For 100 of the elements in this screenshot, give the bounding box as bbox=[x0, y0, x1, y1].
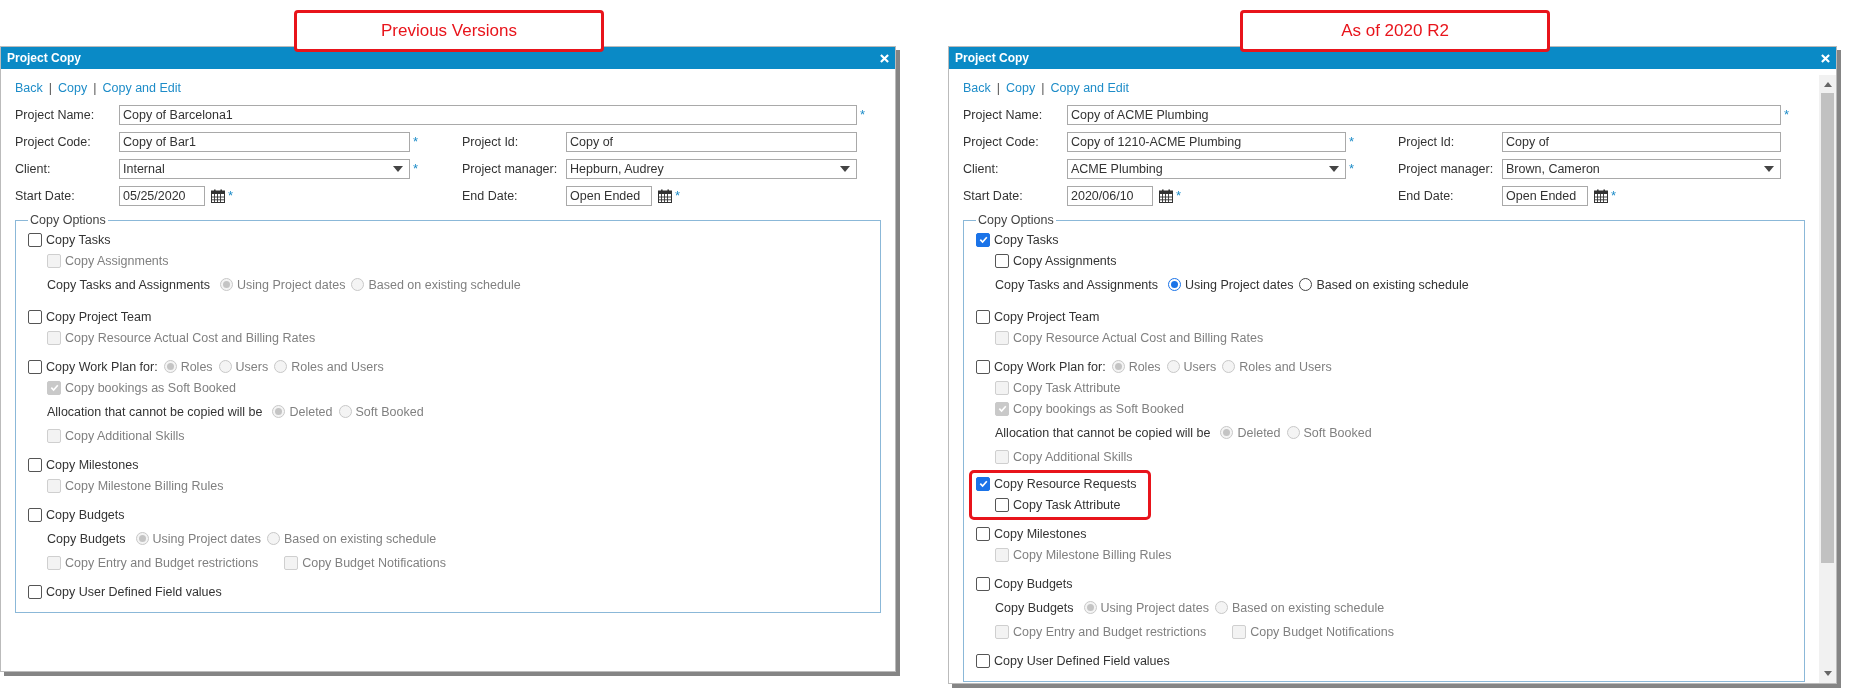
link[interactable]: Copy and Edit bbox=[102, 81, 181, 95]
separator: | bbox=[48, 81, 53, 95]
checkbox-label: Copy Additional Skills bbox=[1013, 449, 1133, 464]
checkbox-label: Copy User Defined Field values bbox=[46, 584, 222, 599]
checkbox[interactable] bbox=[976, 476, 990, 491]
dropdown[interactable]: Internal bbox=[119, 158, 410, 179]
radio-label: Using Project dates bbox=[1185, 277, 1294, 292]
checkbox-label: Copy Milestones bbox=[994, 526, 1087, 541]
scrollbar[interactable] bbox=[1819, 75, 1836, 683]
radio-label: Roles bbox=[1128, 359, 1161, 374]
separator: | bbox=[93, 81, 97, 95]
radio-label: Roles bbox=[180, 359, 213, 374]
checkbox-label: Copy Task Attribute bbox=[1013, 497, 1121, 512]
link[interactable]: Copy and Edit bbox=[1050, 81, 1129, 95]
radio-label: Based on existing schedule bbox=[1231, 600, 1385, 615]
calendar-icon[interactable] bbox=[658, 188, 672, 203]
checkbox-label: Copy Task Attribute bbox=[1013, 380, 1121, 395]
radio-group-label: Allocation that cannot be copied will be bbox=[47, 404, 263, 419]
checkbox[interactable] bbox=[995, 253, 1009, 268]
group-title: Copy Options bbox=[977, 213, 1055, 227]
field-label: Client: bbox=[15, 161, 52, 176]
text-field[interactable]: Copy of Bar1 bbox=[119, 131, 410, 152]
text-field[interactable]: Copy of Barcelona1 bbox=[119, 104, 857, 125]
required-mark: * bbox=[675, 188, 681, 203]
checkbox-label: Copy Tasks bbox=[994, 232, 1059, 247]
radio-group-label: Copy Budgets bbox=[47, 531, 126, 546]
checkbox-label: Copy Entry and Budget restrictions bbox=[1013, 624, 1207, 639]
radio-button[interactable] bbox=[1299, 278, 1313, 291]
checkbox-label: Copy Work Plan for: bbox=[46, 359, 158, 374]
separator: | bbox=[996, 81, 1001, 95]
scroll-thumb[interactable] bbox=[1821, 93, 1834, 563]
required-mark: * bbox=[1348, 134, 1356, 149]
checkbox[interactable] bbox=[28, 507, 42, 522]
calendar-icon[interactable] bbox=[211, 188, 225, 203]
caret-icon bbox=[1764, 165, 1774, 172]
scroll-up-icon[interactable] bbox=[1823, 82, 1832, 87]
checkbox-label: Copy Milestone Billing Rules bbox=[65, 478, 224, 493]
required-mark: * bbox=[1783, 107, 1791, 122]
link[interactable]: Copy bbox=[1006, 81, 1036, 95]
text-field[interactable]: Copy of bbox=[1502, 131, 1781, 152]
checkbox[interactable] bbox=[976, 359, 990, 374]
caret-icon bbox=[840, 165, 850, 172]
required-mark: * bbox=[228, 188, 234, 203]
checkbox[interactable] bbox=[976, 576, 990, 591]
checkbox[interactable] bbox=[28, 457, 42, 472]
field-label: Project Code: bbox=[15, 134, 92, 149]
checkbox-label: Copy Budgets bbox=[46, 507, 125, 522]
text-field[interactable]: Copy of 1210-ACME Plumbing bbox=[1067, 131, 1346, 152]
checkbox-label: Copy Resource Actual Cost and Billing Rates bbox=[65, 330, 316, 345]
close-icon[interactable] bbox=[880, 53, 889, 63]
radio-label: Using Project dates bbox=[1100, 600, 1209, 615]
date-field[interactable]: Open Ended bbox=[566, 185, 652, 206]
dropdown[interactable]: Brown, Cameron bbox=[1502, 158, 1781, 179]
radio-group-label: Copy Tasks and Assignments bbox=[47, 277, 211, 292]
radio-label: Roles and Users bbox=[1239, 359, 1332, 374]
dropdown[interactable]: ACME Plumbing bbox=[1067, 158, 1346, 179]
dropdown[interactable]: Hepburn, Audrey bbox=[566, 158, 857, 179]
checkbox[interactable] bbox=[28, 359, 42, 374]
window-title: Project Copy bbox=[7, 51, 81, 65]
calendar-icon[interactable] bbox=[1159, 188, 1173, 203]
field-label: Project Id: bbox=[1398, 134, 1456, 149]
radio-group-label: Copy Budgets bbox=[995, 600, 1074, 615]
link[interactable]: Copy bbox=[58, 81, 88, 95]
checkbox[interactable] bbox=[28, 232, 42, 247]
text-field[interactable]: Copy of bbox=[566, 131, 857, 152]
caret-icon bbox=[1329, 165, 1339, 172]
group-title: Copy Options bbox=[29, 213, 107, 227]
field-label: Project manager: bbox=[462, 161, 559, 176]
required-mark: * bbox=[412, 161, 420, 176]
checkbox-label: Copy Resource Requests bbox=[994, 476, 1137, 491]
close-icon[interactable] bbox=[1821, 53, 1830, 63]
checkbox-label: Copy Milestone Billing Rules bbox=[1013, 547, 1172, 562]
field-label: Project Id: bbox=[462, 134, 520, 149]
radio-label: Users bbox=[1183, 359, 1217, 374]
date-field[interactable]: 2020/06/10 bbox=[1067, 185, 1153, 206]
link[interactable]: Back bbox=[15, 81, 43, 95]
radio-label: Users bbox=[235, 359, 269, 374]
radio-label: Using Project dates bbox=[152, 531, 261, 546]
text-field[interactable]: Copy of ACME Plumbing bbox=[1067, 104, 1781, 125]
scroll-down-icon[interactable] bbox=[1823, 671, 1832, 676]
checkbox[interactable] bbox=[976, 232, 990, 247]
checkbox[interactable] bbox=[28, 309, 42, 324]
checkbox[interactable] bbox=[28, 584, 42, 599]
radio-button[interactable] bbox=[1168, 278, 1182, 291]
checkmark-icon bbox=[996, 403, 1008, 414]
caret-icon bbox=[393, 165, 403, 172]
calendar-icon[interactable] bbox=[1594, 188, 1608, 203]
required-mark: * bbox=[859, 107, 867, 122]
checkbox[interactable] bbox=[976, 526, 990, 541]
link[interactable]: Back bbox=[963, 81, 991, 95]
checkbox[interactable] bbox=[976, 309, 990, 324]
checkbox[interactable] bbox=[976, 653, 990, 668]
window-title: Project Copy bbox=[955, 51, 1029, 65]
checkmark-icon bbox=[977, 478, 989, 489]
date-field[interactable]: Open Ended bbox=[1502, 185, 1588, 206]
checkbox[interactable] bbox=[995, 497, 1009, 512]
checkbox-label: Copy User Defined Field values bbox=[994, 653, 1170, 668]
field-label: Project Code: bbox=[963, 134, 1040, 149]
date-field[interactable]: 05/25/2020 bbox=[119, 185, 205, 206]
radio-group-label: Allocation that cannot be copied will be bbox=[995, 425, 1211, 440]
